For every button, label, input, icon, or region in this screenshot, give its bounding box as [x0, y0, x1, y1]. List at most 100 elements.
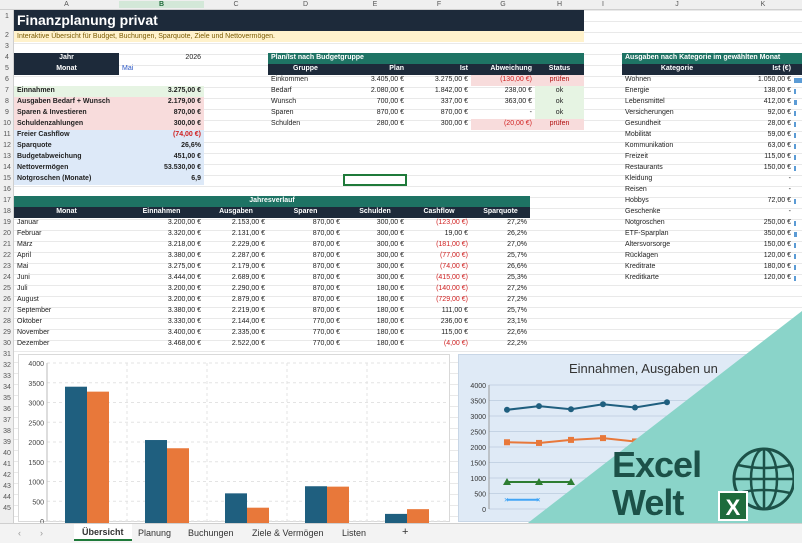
yearly-cell[interactable]: 27,2%: [471, 284, 530, 295]
category-value[interactable]: 1.050,00 €: [732, 75, 794, 86]
summary-value[interactable]: 870,00 €: [119, 108, 204, 119]
yearly-cell[interactable]: Juni: [14, 273, 119, 284]
yearly-cell[interactable]: 870,00 €: [268, 262, 343, 273]
row-header[interactable]: 45: [0, 505, 14, 512]
row-header[interactable]: 7: [0, 87, 14, 94]
category-name[interactable]: Wohnen: [622, 75, 732, 86]
row-header[interactable]: 26: [0, 296, 14, 303]
yearly-cell[interactable]: November: [14, 328, 119, 339]
row-header[interactable]: 6: [0, 76, 14, 83]
yearly-cell[interactable]: 2.287,00 €: [204, 251, 268, 262]
summary-value[interactable]: 53.530,00 €: [119, 163, 204, 174]
plan-ist-cell[interactable]: 870,00 €: [343, 108, 407, 119]
category-name[interactable]: Lebensmittel: [622, 97, 732, 108]
summary-value[interactable]: 451,00 €: [119, 152, 204, 163]
row-header[interactable]: 38: [0, 428, 14, 435]
yearly-cell[interactable]: 180,00 €: [343, 317, 407, 328]
yearly-cell[interactable]: 300,00 €: [343, 273, 407, 284]
bar-mark[interactable]: [65, 386, 87, 531]
yearly-cell[interactable]: 300,00 €: [343, 240, 407, 251]
summary-value[interactable]: 3.275,00 €: [119, 86, 204, 97]
tab-listen[interactable]: Listen: [342, 528, 366, 538]
plan-ist-cell[interactable]: prüfen: [535, 119, 584, 130]
category-name[interactable]: Rücklagen: [622, 251, 732, 262]
year-value[interactable]: 2026: [119, 53, 204, 64]
yearly-cell[interactable]: Februar: [14, 229, 119, 240]
yearly-cell[interactable]: Mai: [14, 262, 119, 273]
yearly-cell[interactable]: 770,00 €: [268, 339, 343, 350]
col-header-d[interactable]: D: [268, 1, 343, 8]
yearly-cell[interactable]: 180,00 €: [343, 339, 407, 350]
category-value[interactable]: 180,00 €: [732, 262, 794, 273]
yearly-cell[interactable]: 870,00 €: [268, 306, 343, 317]
category-value[interactable]: 28,00 €: [732, 119, 794, 130]
yearly-cell[interactable]: 770,00 €: [268, 317, 343, 328]
plan-ist-cell[interactable]: 363,00 €: [471, 97, 535, 108]
yearly-cell[interactable]: 2.879,00 €: [204, 295, 268, 306]
bar-mark[interactable]: [385, 513, 407, 531]
plan-ist-cell[interactable]: 3.275,00 €: [407, 75, 471, 86]
category-value[interactable]: 412,00 €: [732, 97, 794, 108]
yearly-cell[interactable]: 236,00 €: [407, 317, 471, 328]
row-header[interactable]: 12: [0, 142, 14, 149]
yearly-cell[interactable]: Oktober: [14, 317, 119, 328]
yearly-cell[interactable]: 2.219,00 €: [204, 306, 268, 317]
yearly-cell[interactable]: 3.400,00 €: [119, 328, 204, 339]
category-name[interactable]: Reisen: [622, 185, 732, 196]
plan-ist-cell[interactable]: Einkommen: [268, 75, 343, 86]
row-header[interactable]: 1: [0, 13, 14, 20]
row-header[interactable]: 29: [0, 329, 14, 336]
category-value[interactable]: 63,00 €: [732, 141, 794, 152]
col-header-j[interactable]: J: [622, 1, 732, 8]
plan-ist-cell[interactable]: Sparen: [268, 108, 343, 119]
category-name[interactable]: Versicherungen: [622, 108, 732, 119]
row-header[interactable]: 21: [0, 241, 14, 248]
category-name[interactable]: Freizeit: [622, 152, 732, 163]
yearly-cell[interactable]: 180,00 €: [343, 295, 407, 306]
yearly-cell[interactable]: 870,00 €: [268, 218, 343, 229]
yearly-cell[interactable]: 870,00 €: [268, 295, 343, 306]
category-value[interactable]: 120,00 €: [732, 273, 794, 284]
plan-ist-cell[interactable]: 1.842,00 €: [407, 86, 471, 97]
summary-value[interactable]: 6,9: [119, 174, 204, 185]
row-header[interactable]: 36: [0, 406, 14, 413]
row-header[interactable]: 15: [0, 175, 14, 182]
row-header[interactable]: 2: [0, 32, 14, 39]
yearly-cell[interactable]: (729,00 €): [407, 295, 471, 306]
row-header[interactable]: 39: [0, 439, 14, 446]
category-value[interactable]: 59,00 €: [732, 130, 794, 141]
add-sheet-icon[interactable]: +: [402, 526, 408, 538]
row-header[interactable]: 32: [0, 362, 14, 369]
month-value[interactable]: Mai: [119, 64, 204, 75]
category-value[interactable]: 115,00 €: [732, 152, 794, 163]
category-name[interactable]: Kleidung: [622, 174, 732, 185]
yearly-cell[interactable]: 27,2%: [471, 218, 530, 229]
row-header[interactable]: 31: [0, 351, 14, 358]
yearly-cell[interactable]: 19,00 €: [407, 229, 471, 240]
plan-ist-cell[interactable]: (130,00 €): [471, 75, 535, 86]
category-name[interactable]: Gesundheit: [622, 119, 732, 130]
active-cell-selection[interactable]: [343, 174, 407, 186]
yearly-cell[interactable]: September: [14, 306, 119, 317]
category-name[interactable]: Geschenke: [622, 207, 732, 218]
yearly-cell[interactable]: 180,00 €: [343, 284, 407, 295]
yearly-cell[interactable]: 2.689,00 €: [204, 273, 268, 284]
row-header[interactable]: 3: [0, 43, 14, 50]
yearly-cell[interactable]: 3.330,00 €: [119, 317, 204, 328]
category-name[interactable]: Kreditrate: [622, 262, 732, 273]
yearly-cell[interactable]: 3.200,00 €: [119, 218, 204, 229]
row-header[interactable]: 34: [0, 384, 14, 391]
yearly-cell[interactable]: 870,00 €: [268, 229, 343, 240]
row-header[interactable]: 19: [0, 219, 14, 226]
plan-ist-cell[interactable]: Schulden: [268, 119, 343, 130]
category-value[interactable]: 150,00 €: [732, 240, 794, 251]
yearly-cell[interactable]: 2.144,00 €: [204, 317, 268, 328]
col-header-g[interactable]: G: [471, 1, 535, 8]
plan-ist-cell[interactable]: (20,00 €): [471, 119, 535, 130]
yearly-cell[interactable]: 3.200,00 €: [119, 295, 204, 306]
yearly-cell[interactable]: 180,00 €: [343, 328, 407, 339]
row-header[interactable]: 22: [0, 252, 14, 259]
category-value[interactable]: 92,00 €: [732, 108, 794, 119]
row-header[interactable]: 16: [0, 186, 14, 193]
row-header[interactable]: 11: [0, 131, 14, 138]
